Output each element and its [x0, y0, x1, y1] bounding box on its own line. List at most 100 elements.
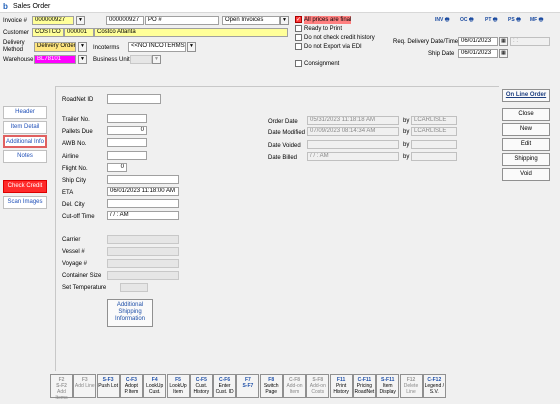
checkbox-no-edi-export[interactable]	[295, 43, 302, 50]
fkey-f7[interactable]: F7 S-F7	[236, 374, 260, 398]
checkbox-all-prices-final[interactable]	[295, 16, 302, 23]
del-city-field[interactable]	[107, 199, 179, 208]
fkey-f2[interactable]: F2 S-F2 Add Items	[50, 374, 73, 401]
sidebar-item-item-detail[interactable]: Item Detail	[3, 121, 47, 134]
incoterms-dropdown[interactable]: ▼	[187, 42, 196, 52]
sidebar-item-scan-images[interactable]: Scan Images	[3, 196, 47, 209]
flight-field[interactable]: 0	[107, 163, 127, 172]
fkey-c-f5[interactable]: C-F5 Cust. History	[189, 374, 213, 398]
ship-city-label: Ship City	[62, 178, 87, 184]
modified-by-field: LCARLISLE	[411, 127, 457, 136]
invoice-field[interactable]: 000000927	[32, 16, 74, 25]
fkey-label: Switch Page	[263, 383, 279, 395]
fkey-s-f11[interactable]: S-F11 Item Display	[376, 374, 400, 398]
voided-by-label: by	[403, 142, 410, 148]
window-title: Sales Order	[13, 3, 51, 10]
req-delivery-time-field[interactable]: : :	[510, 37, 550, 46]
toolbar-ps[interactable]: PS 🖶	[508, 15, 521, 25]
fkey-label: Add-on Item	[286, 383, 303, 395]
awb-label: AWB No.	[62, 141, 87, 147]
printer-icon: 🖶	[538, 17, 544, 23]
req-delivery-date-field[interactable]: 06/01/2023	[458, 37, 498, 46]
fkey-c-f12[interactable]: C-F12 Legend / S.V.	[422, 374, 446, 398]
shipping-button[interactable]: Shipping	[502, 153, 550, 166]
toolbar-pt[interactable]: PT 🖶	[485, 15, 498, 25]
airline-field[interactable]	[107, 151, 147, 160]
business-unit-dropdown: ▼	[152, 55, 161, 64]
sidebar-item-notes[interactable]: Notes	[3, 150, 47, 163]
fkey-f4[interactable]: F4 LookUp Cust.	[143, 374, 167, 398]
toolbar-inv[interactable]: INV 🖶	[435, 15, 449, 25]
printer-icon: 🖶	[444, 17, 450, 23]
pallets-field[interactable]: 0	[107, 126, 147, 135]
fkey-c-f8[interactable]: C-F8 Add-on Item	[283, 374, 306, 398]
no-credit-check-label: Do not check credit history	[304, 35, 375, 41]
additional-shipping-button[interactable]: Additional Shipping Information	[107, 299, 153, 327]
ship-date-field[interactable]: 06/01/2023	[458, 49, 498, 58]
eta-label: ETA	[62, 190, 74, 196]
fkey-s-f3[interactable]: S-F3 Push Lot	[96, 374, 120, 398]
checkbox-consignment[interactable]	[295, 60, 302, 67]
fkey-f5[interactable]: F5 LookUp Item	[166, 374, 190, 398]
voided-by-field	[411, 140, 457, 149]
delivery-method-dropdown[interactable]: ▼	[78, 42, 87, 52]
fkey-label: Adopt P.Item	[124, 383, 139, 395]
consignment-label: Consignment	[304, 61, 340, 67]
fkey-label: Legend / S.V.	[424, 383, 445, 395]
customer-name-field[interactable]: Costco Atlanta	[94, 28, 288, 37]
fkey-c-f11[interactable]: C-F11 Pricing RoadNet	[352, 374, 376, 398]
printer-icon: 🖶	[516, 17, 521, 23]
void-button[interactable]: Void	[502, 168, 550, 181]
toolbar-mf[interactable]: MF 🖶	[530, 15, 543, 25]
fkey-label: Item Display	[379, 383, 396, 395]
roadnet-field[interactable]	[107, 94, 161, 104]
invoice-filter-dropdown[interactable]: ▼	[280, 16, 289, 25]
inv-label: INV	[435, 17, 444, 23]
edit-button[interactable]: Edit	[502, 138, 550, 151]
fkey-f11[interactable]: F11 Print History	[329, 374, 353, 398]
new-button[interactable]: New	[502, 123, 550, 136]
pt-label: PT	[485, 17, 492, 23]
fkey-label: Add Items	[55, 389, 68, 401]
fkey-f8[interactable]: F8 Switch Page	[259, 374, 283, 398]
calendar-icon[interactable]: ▦	[499, 49, 508, 58]
checkbox-no-credit-check[interactable]	[295, 34, 302, 41]
ship-city-field[interactable]	[107, 175, 179, 184]
invoice-filter-select[interactable]: Open Invoices	[222, 16, 280, 25]
oc-label: OC	[460, 17, 468, 23]
cutoff-field[interactable]: / / : AM	[107, 211, 179, 220]
toolbar-oc[interactable]: OC 🖶	[460, 15, 474, 25]
online-order-button[interactable]: On Line Order	[502, 89, 550, 102]
warehouse-dropdown[interactable]: ▼	[78, 55, 87, 64]
customer-code-field[interactable]: COSTCO	[32, 28, 64, 37]
calendar-icon[interactable]: ▦	[499, 37, 508, 46]
eta-field[interactable]: 06/01/2023 11:18:00 AM	[107, 187, 179, 196]
warehouse-field[interactable]: BL78101	[34, 55, 76, 64]
close-button[interactable]: Close	[502, 108, 550, 121]
sidebar-item-header[interactable]: Header	[3, 106, 47, 119]
po-field[interactable]: PO #	[145, 16, 219, 25]
invoice-dropdown[interactable]: ▼	[76, 16, 85, 25]
req-delivery-label: Req. Delivery Date/Time	[393, 39, 459, 45]
fkey-f3[interactable]: F3 Add Line	[73, 374, 97, 398]
incoterms-select[interactable]: <<NO INCOTERMS>>	[128, 42, 186, 52]
voyage-label: Voyage #	[62, 261, 88, 267]
invoice-field-2[interactable]: 000000927	[106, 16, 144, 25]
sidebar-item-additional-info[interactable]: Additional Info	[3, 135, 47, 148]
date-billed-field: / / : AM	[307, 152, 399, 161]
customer-number-field[interactable]: 000001	[64, 28, 94, 37]
fkey-c-f6[interactable]: C-F6 Enter Cust. ID	[213, 374, 237, 398]
fkey-f12[interactable]: F12 Delete Line	[399, 374, 423, 398]
awb-field[interactable]	[107, 138, 147, 147]
date-modified-field: 07/09/2023 08:14:34 AM	[307, 127, 399, 136]
order-by-label: by	[403, 118, 410, 124]
delivery-method-select[interactable]: Delivery Order	[34, 42, 76, 52]
fkey-s-f8[interactable]: S-F8 Add-on Costs	[306, 374, 330, 398]
pallets-label: Pallets Due	[62, 129, 93, 135]
checkbox-ready-to-print[interactable]	[295, 25, 302, 32]
fkey-label: Push Lot	[98, 383, 118, 389]
fkey-subkey: S-F7	[242, 383, 254, 389]
sidebar-item-check-credit[interactable]: Check Credit	[3, 180, 47, 193]
trailer-field[interactable]	[107, 114, 147, 123]
fkey-c-f3[interactable]: C-F3 Adopt P.Item	[119, 374, 143, 398]
